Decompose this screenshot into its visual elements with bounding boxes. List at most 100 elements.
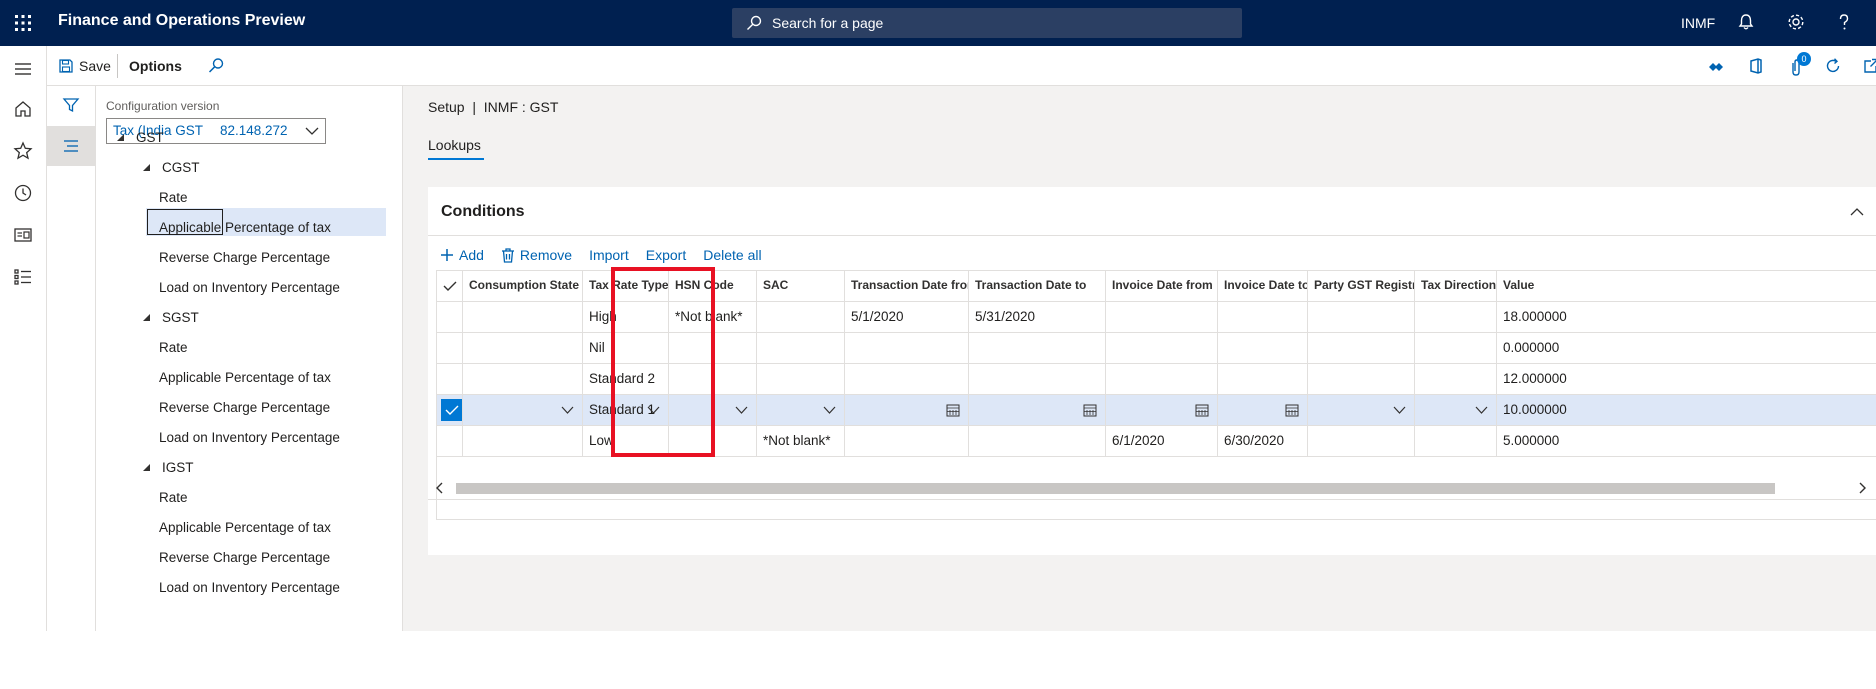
tree-item[interactable]: SGST <box>142 304 199 332</box>
column-header-transaction-date-to[interactable]: Transaction Date to <box>969 271 1106 302</box>
cell-transaction-date-from[interactable] <box>845 364 969 395</box>
cell-invoice-date-from[interactable] <box>1106 333 1218 364</box>
delete-all-button[interactable]: Delete all <box>703 247 761 263</box>
column-header-sac[interactable]: SAC <box>757 271 845 302</box>
cell-sac[interactable] <box>757 333 845 364</box>
cell-transaction-date-to[interactable]: 5/31/2020 <box>969 302 1106 333</box>
column-header-invoice-date-to[interactable]: Invoice Date to <box>1218 271 1308 302</box>
favorites-star-icon[interactable] <box>12 140 34 162</box>
cell-tax-direction[interactable] <box>1415 426 1497 457</box>
company-picker[interactable]: INMF <box>1681 15 1715 31</box>
select-all-checkbox[interactable] <box>437 271 463 302</box>
cell-invoice-date-from[interactable]: 6/1/2020 <box>1106 426 1218 457</box>
cell-consumption-state[interactable] <box>463 395 583 426</box>
tree-item[interactable]: Applicable Percentage of tax <box>154 214 331 242</box>
tree-item[interactable]: Load on Inventory Percentage <box>154 424 340 452</box>
scrollbar-thumb[interactable] <box>456 483 1775 494</box>
app-launcher-icon[interactable] <box>12 12 34 34</box>
cell-transaction-date-from[interactable] <box>845 426 969 457</box>
row-select-checkbox[interactable] <box>437 364 463 395</box>
tree-item[interactable]: GST <box>116 124 164 152</box>
export-button[interactable]: Export <box>646 247 686 263</box>
row-select-checkbox[interactable] <box>437 395 463 426</box>
calendar-icon[interactable] <box>946 404 960 417</box>
cell-party-gst-registration[interactable] <box>1308 302 1415 333</box>
tree-item[interactable]: Load on Inventory Percentage <box>154 274 340 302</box>
chevron-down-icon[interactable] <box>823 406 836 414</box>
expand-triangle-icon[interactable] <box>142 163 151 172</box>
column-header-consumption-state[interactable]: Consumption State <box>463 271 583 302</box>
cell-invoice-date-to[interactable]: 6/30/2020 <box>1218 426 1308 457</box>
calendar-icon[interactable] <box>1285 404 1299 417</box>
scroll-left-arrow-icon[interactable] <box>434 482 444 494</box>
cell-invoice-date-to[interactable] <box>1218 395 1308 426</box>
chevron-down-icon[interactable] <box>1393 406 1406 414</box>
tree-item[interactable]: Rate <box>154 184 188 212</box>
tree-item[interactable]: Rate <box>154 484 188 512</box>
workspaces-icon[interactable] <box>12 224 34 246</box>
tree-item[interactable]: Reverse Charge Percentage <box>154 244 330 272</box>
cell-consumption-state[interactable] <box>463 426 583 457</box>
refresh-icon[interactable] <box>1824 57 1842 75</box>
add-button[interactable]: Add <box>440 247 484 263</box>
calendar-icon[interactable] <box>1195 404 1209 417</box>
bell-icon[interactable] <box>1736 12 1756 32</box>
cell-transaction-date-from[interactable] <box>845 395 969 426</box>
tree-item[interactable]: Applicable Percentage of tax <box>154 364 331 392</box>
cell-consumption-state[interactable] <box>463 364 583 395</box>
power-automate-icon[interactable] <box>1707 58 1725 76</box>
office-icon[interactable] <box>1747 57 1765 75</box>
cell-tax-direction[interactable] <box>1415 364 1497 395</box>
cell-invoice-date-from[interactable] <box>1106 364 1218 395</box>
cell-consumption-state[interactable] <box>463 333 583 364</box>
chevron-down-icon[interactable] <box>735 406 748 414</box>
options-tab[interactable]: Options <box>129 46 182 86</box>
cell-sac[interactable]: *Not blank* <box>757 426 845 457</box>
column-header-party-gst-registration[interactable]: Party GST Registrat... <box>1308 271 1415 302</box>
collapse-chevron-up-icon[interactable] <box>1850 207 1864 217</box>
filter-icon[interactable] <box>62 96 80 114</box>
find-search-icon[interactable] <box>207 57 225 75</box>
cell-invoice-date-to[interactable] <box>1218 364 1308 395</box>
home-icon[interactable] <box>12 98 34 120</box>
tree-item[interactable]: Reverse Charge Percentage <box>154 394 330 422</box>
modules-list-icon[interactable] <box>12 266 34 288</box>
cell-transaction-date-from[interactable] <box>845 333 969 364</box>
cell-consumption-state[interactable] <box>463 302 583 333</box>
cell-invoice-date-from[interactable] <box>1106 302 1218 333</box>
remove-button[interactable]: Remove <box>501 247 572 263</box>
column-header-tax-direction[interactable]: Tax Direction <box>1415 271 1497 302</box>
column-header-invoice-date-from[interactable]: Invoice Date from <box>1106 271 1218 302</box>
gear-icon[interactable] <box>1786 12 1806 32</box>
import-button[interactable]: Import <box>589 247 629 263</box>
tree-item[interactable]: Load on Inventory Percentage <box>154 574 340 602</box>
cell-sac[interactable] <box>757 395 845 426</box>
tree-item[interactable]: Rate <box>154 334 188 362</box>
calendar-icon[interactable] <box>1083 404 1097 417</box>
cell-transaction-date-from[interactable]: 5/1/2020 <box>845 302 969 333</box>
row-select-checkbox[interactable] <box>437 426 463 457</box>
row-select-checkbox[interactable] <box>437 302 463 333</box>
cell-sac[interactable] <box>757 302 845 333</box>
cell-party-gst-registration[interactable] <box>1308 395 1415 426</box>
cell-party-gst-registration[interactable] <box>1308 333 1415 364</box>
grid-horizontal-scrollbar[interactable] <box>428 477 1876 499</box>
cell-transaction-date-to[interactable] <box>969 426 1106 457</box>
tree-item[interactable]: Applicable Percentage of tax <box>154 514 331 542</box>
open-new-window-icon[interactable] <box>1862 57 1876 75</box>
cell-tax-direction[interactable] <box>1415 395 1497 426</box>
cell-transaction-date-to[interactable] <box>969 395 1106 426</box>
cell-tax-direction[interactable] <box>1415 333 1497 364</box>
chevron-down-icon[interactable] <box>561 406 574 414</box>
conditions-title[interactable]: Conditions <box>441 203 525 221</box>
cell-invoice-date-to[interactable] <box>1218 302 1308 333</box>
app-title[interactable]: Finance and Operations Preview <box>58 12 305 30</box>
search-box[interactable]: Search for a page <box>732 8 1242 38</box>
help-icon[interactable] <box>1834 12 1854 32</box>
save-button[interactable]: Save <box>58 46 111 86</box>
recent-clock-icon[interactable] <box>12 182 34 204</box>
expand-triangle-icon[interactable] <box>116 133 125 142</box>
cell-sac[interactable] <box>757 364 845 395</box>
cell-party-gst-registration[interactable] <box>1308 364 1415 395</box>
tree-item[interactable]: CGST <box>142 154 200 182</box>
